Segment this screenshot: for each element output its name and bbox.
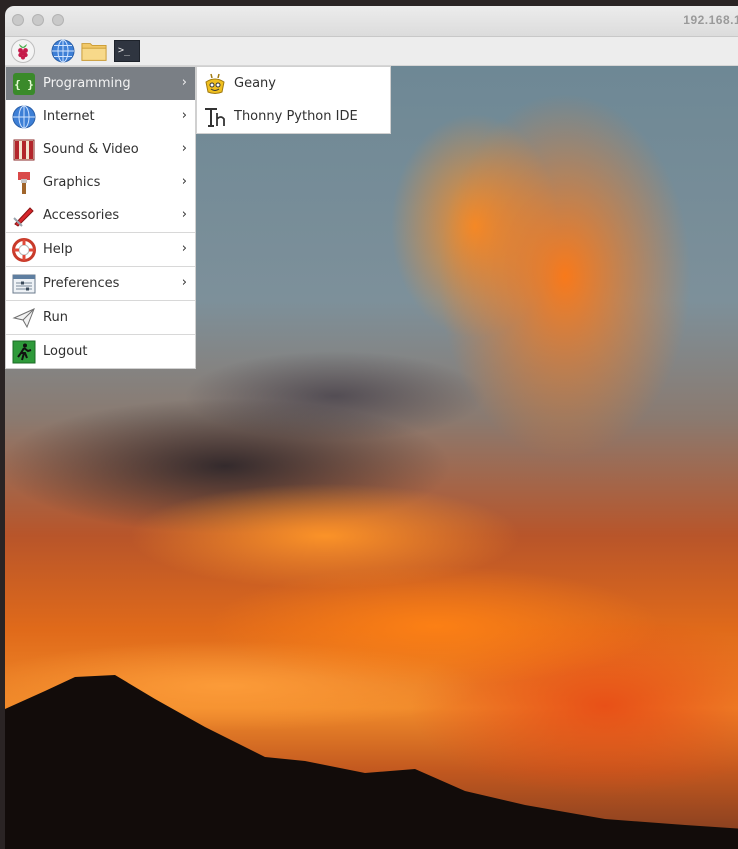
chevron-right-icon: › <box>181 141 187 156</box>
chevron-right-icon: › <box>181 75 187 90</box>
internet-icon <box>11 104 37 130</box>
terminal-button[interactable]: >_ <box>114 39 140 63</box>
menu-item-label: Help <box>43 242 73 257</box>
terminal-glyph: >_ <box>118 45 131 56</box>
minimize-window-button[interactable] <box>32 14 44 26</box>
close-window-button[interactable] <box>12 14 24 26</box>
menu-item-run[interactable]: Run <box>6 301 195 334</box>
thonny-icon <box>202 104 228 130</box>
menu-item-internet[interactable]: Internet › <box>6 100 195 133</box>
chevron-right-icon: › <box>181 207 187 222</box>
menu-item-logout[interactable]: Logout <box>6 335 195 368</box>
zoom-window-button[interactable] <box>52 14 64 26</box>
taskbar-panel: >_ <box>5 37 738 66</box>
run-icon <box>11 305 37 331</box>
submenu-item-thonny[interactable]: Thonny Python IDE <box>197 100 390 133</box>
programming-submenu: Geany Thonny Python IDE <box>196 66 391 134</box>
help-icon <box>11 237 37 263</box>
menu-item-label: Programming <box>43 76 131 91</box>
menu-item-help[interactable]: Help › <box>6 233 195 266</box>
menu-item-sound-video[interactable]: Sound & Video › <box>6 133 195 166</box>
file-manager-button[interactable] <box>81 39 107 63</box>
submenu-item-label: Geany <box>234 76 276 91</box>
chevron-right-icon: › <box>181 108 187 123</box>
application-menu: { } Programming › Internet › Sound & Vid… <box>5 66 196 369</box>
menu-item-label: Graphics <box>43 175 101 190</box>
menu-item-programming[interactable]: { } Programming › <box>6 67 195 100</box>
svg-text:{ }: { } <box>14 78 34 91</box>
menu-item-label: Run <box>43 310 68 325</box>
submenu-item-label: Thonny Python IDE <box>234 109 358 124</box>
submenu-item-geany[interactable]: Geany <box>197 67 390 100</box>
programming-icon: { } <box>11 71 37 97</box>
mountain-silhouette <box>5 675 738 849</box>
accessories-icon <box>11 203 37 229</box>
chevron-right-icon: › <box>181 174 187 189</box>
title-bar: 192.168.1. <box>5 6 738 37</box>
raspberry-icon <box>11 39 35 63</box>
chevron-right-icon: › <box>181 275 187 290</box>
logout-icon <box>11 339 37 365</box>
geany-icon <box>202 71 228 97</box>
menu-item-preferences[interactable]: Preferences › <box>6 267 195 300</box>
window-title: 192.168.1. <box>683 13 738 27</box>
menu-item-label: Logout <box>43 344 88 359</box>
preferences-icon <box>11 271 37 297</box>
menu-item-label: Accessories <box>43 208 120 223</box>
terminal-icon: >_ <box>114 40 140 62</box>
sound-video-icon <box>11 137 37 163</box>
menu-item-label: Preferences <box>43 276 120 291</box>
menu-item-label: Internet <box>43 109 95 124</box>
folder-icon <box>81 43 107 61</box>
chevron-right-icon: › <box>181 241 187 256</box>
menu-item-label: Sound & Video <box>43 142 139 157</box>
graphics-icon <box>11 170 37 196</box>
web-browser-button[interactable] <box>50 39 76 63</box>
raspberry-menu-button[interactable] <box>10 39 36 63</box>
menu-item-accessories[interactable]: Accessories › <box>6 199 195 232</box>
globe-icon <box>51 39 75 63</box>
menu-item-graphics[interactable]: Graphics › <box>6 166 195 199</box>
